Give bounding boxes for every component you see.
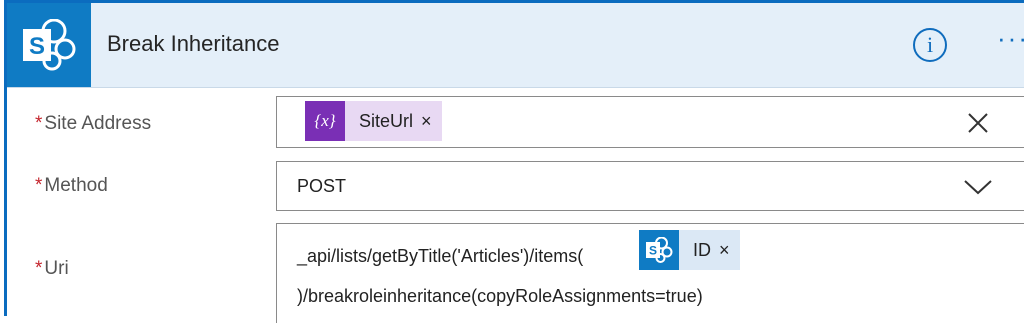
uri-text-before: _api/lists/getByTitle('Articles')/items( (297, 246, 584, 266)
method-label: * Method (35, 175, 108, 197)
svg-text:S: S (649, 244, 657, 258)
sharepoint-logo: S (7, 3, 91, 87)
token-remove-button[interactable]: × (421, 111, 442, 132)
action-title: Break Inheritance (107, 31, 280, 56)
method-select[interactable]: POST (276, 161, 1024, 211)
more-options-icon[interactable]: ··· (997, 23, 1024, 54)
site-address-label-text: Site Address (44, 113, 152, 134)
siteurl-token[interactable]: {x} SiteUrl × (305, 101, 442, 141)
site-address-field[interactable]: {x} SiteUrl × (276, 96, 1024, 148)
site-address-label: * Site Address (35, 113, 151, 135)
chevron-down-icon[interactable] (963, 179, 993, 195)
svg-text:S: S (29, 33, 45, 60)
token-remove-button[interactable]: × (719, 240, 740, 261)
method-value: POST (297, 176, 347, 196)
required-marker: * (35, 113, 43, 134)
uri-text-after: )/breakroleinheritance(copyRoleAssignmen… (297, 286, 703, 306)
token-label: SiteUrl (359, 110, 414, 131)
token-label: ID (693, 239, 711, 260)
info-icon[interactable]: i (913, 28, 947, 62)
uri-label: * Uri (35, 258, 69, 280)
uri-field[interactable]: _api/lists/getByTitle('Articles')/items(… (276, 223, 1024, 323)
variable-icon: {x} (305, 101, 345, 141)
action-card: S Break Inheritance i ··· *Site Address … (4, 0, 1024, 323)
action-header[interactable]: S Break Inheritance i ··· (7, 3, 1024, 88)
uri-label-text: Uri (44, 258, 69, 279)
method-label-text: Method (44, 175, 108, 196)
id-token[interactable]: S ID × (639, 230, 740, 270)
sharepoint-icon: S (23, 19, 76, 71)
required-marker: * (35, 258, 43, 279)
clear-x-icon[interactable] (967, 112, 989, 134)
sharepoint-icon: S (639, 230, 679, 270)
required-marker: * (35, 175, 43, 196)
